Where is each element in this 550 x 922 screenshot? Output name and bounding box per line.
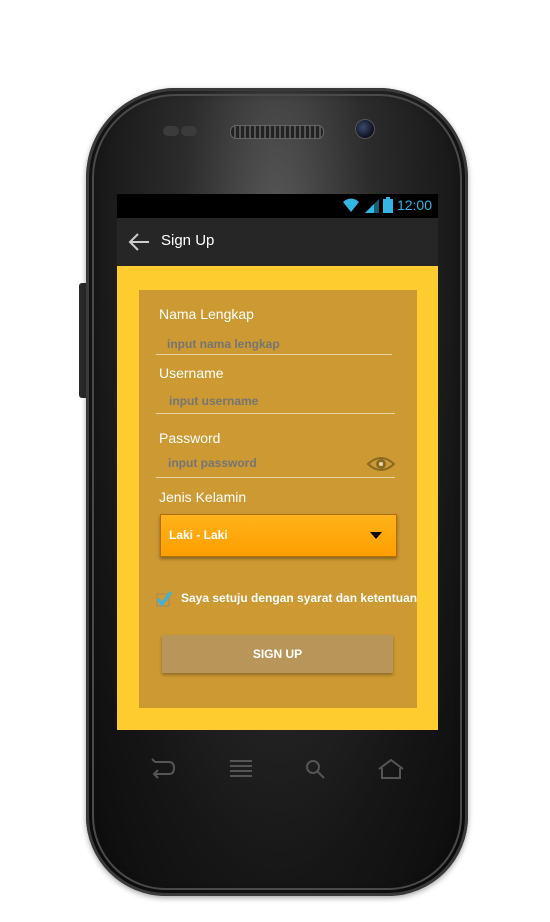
back-key-icon[interactable]	[149, 758, 177, 780]
light-sensor	[181, 126, 197, 136]
full-name-underline	[156, 354, 392, 355]
home-key-icon[interactable]	[377, 758, 405, 780]
proximity-sensor	[163, 126, 179, 136]
signal-icon	[364, 199, 379, 213]
back-arrow-icon[interactable]	[127, 230, 151, 254]
agreement-label: Saya setuju dengan syarat dan ketentuan	[181, 591, 418, 605]
gender-select[interactable]: Laki - Laki	[160, 514, 397, 557]
password-label: Password	[159, 430, 221, 446]
status-bar: 12:00	[117, 194, 438, 218]
username-label: Username	[159, 365, 224, 381]
username-underline	[156, 413, 395, 414]
app-bar: Sign Up	[117, 218, 438, 266]
earpiece-speaker	[230, 125, 324, 139]
search-key-icon[interactable]	[302, 758, 330, 780]
username-input[interactable]	[169, 387, 405, 415]
phone-screen: 12:00 Sign Up Nama Lengkap Username Pass…	[117, 194, 438, 730]
eye-icon[interactable]	[367, 454, 395, 474]
front-camera	[355, 119, 375, 139]
gender-selected-value: Laki - Laki	[169, 528, 228, 542]
password-underline	[156, 477, 395, 478]
page-title: Sign Up	[161, 232, 215, 249]
checkbox-checked-icon[interactable]	[156, 591, 172, 607]
status-time: 12:00	[396, 197, 432, 213]
signup-button[interactable]: SIGN UP	[162, 635, 393, 673]
gender-label: Jenis Kelamin	[159, 489, 247, 505]
password-input[interactable]	[168, 449, 358, 477]
signup-form: Nama Lengkap Username Password Jenis Kel…	[139, 290, 417, 708]
menu-key-icon[interactable]	[227, 758, 255, 780]
full-name-label: Nama Lengkap	[159, 306, 254, 322]
battery-icon	[382, 197, 393, 213]
chevron-down-icon	[370, 532, 382, 539]
wifi-icon	[342, 198, 359, 212]
